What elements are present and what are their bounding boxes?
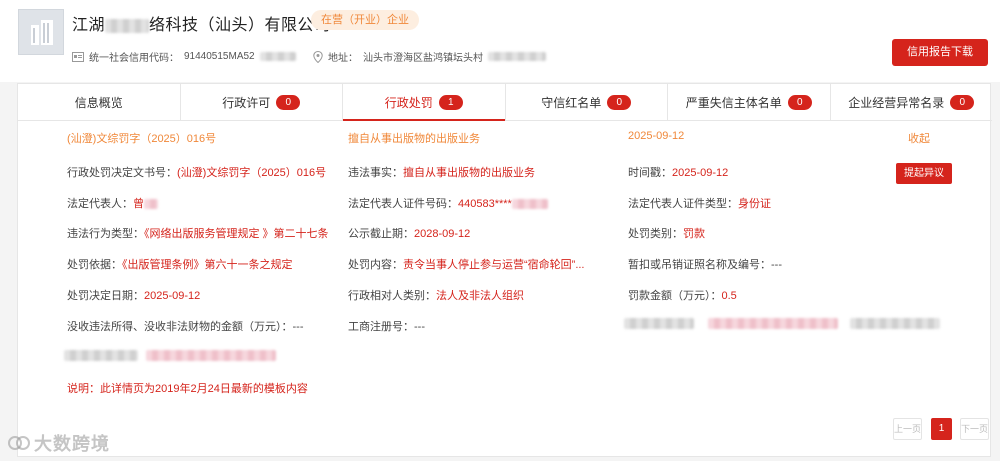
field-fine: 罚款金额（万元）：0.5 [628,290,737,302]
tab-bar: 信息概览 行政许可 0 行政处罚 1 守信红名单 0 严重失信主体名单 0 企业经营异常… [18,84,992,121]
redacted-text [146,350,276,361]
collapse-link[interactable]: 收起 [908,130,930,146]
tab-dishonest-list[interactable]: 严重失信主体名单 0 [668,84,831,120]
field-violation-type: 违法行为类型：《网络出版服务管理规定 》第二十七条 [67,228,329,240]
field-decision-date: 处罚决定日期：2025-09-12 [67,290,201,302]
redacted-text [64,350,138,361]
field-legal-rep-id-type: 法定代表人证件类型：身份证 [628,198,771,210]
field-penalty-content: 处罚内容：责令当事人停止参与运营“宿命轮回”... [348,259,585,271]
summary-date: 2025-09-12 [628,130,685,142]
redacted-text [708,318,838,329]
count-badge: 0 [787,94,812,110]
count-badge: 0 [950,94,975,110]
summary-doc-no: (汕澄)文综罚字（2025）016号 [67,133,217,145]
tab-red-list[interactable]: 守信红名单 0 [506,84,668,120]
field-counterpart-type: 行政相对人类别：法人及非法人组织 [348,290,524,302]
address-line: 地址： 汕头市澄海区盐鸿镇坛头村 [313,49,546,64]
field-timestamp: 时间戳：2025-09-12 [628,167,729,179]
id-card-icon [72,51,84,62]
location-pin-icon [313,50,323,63]
field-license: 暂扣或吊销证照名称及编号：--- [628,259,782,271]
field-doc-no: 行政处罚决定文书号：(汕澄)文综罚字（2025）016号 [67,167,327,179]
raise-objection-button[interactable]: 提起异议 [896,163,952,184]
summary-fact: 擅自从事出版物的出版业务 [348,133,480,145]
company-name: 江湖 络科技（汕头）有限公司 [72,17,331,34]
count-badge: 0 [276,94,301,110]
credit-code-line: 统一社会信用代码： 91440515MA52 [72,49,296,64]
watermark: 大数跨境 [8,430,110,456]
redacted-text [850,318,940,329]
status-badge: 在营（开业）企业 [311,10,419,30]
tab-admin-penalty[interactable]: 行政处罚 1 [343,84,506,121]
field-publicity-end: 公示截止期：2028-09-12 [348,228,471,240]
count-badge: 1 [438,94,463,110]
count-badge: 0 [607,94,632,110]
redacted-text [624,318,694,329]
field-reg-no: 工商注册号：--- [348,321,425,333]
field-confiscation: 没收违法所得、没收非法财物的金额（万元）：--- [67,321,304,333]
credit-report-download-button[interactable]: 信用报告下载 [892,39,988,66]
building-icon [31,20,53,45]
template-note: 说明：此详情页为2019年2月24日最新的模板内容 [67,383,308,395]
field-illegal-fact: 违法事实：擅自从事出版物的出版业务 [348,167,535,179]
tab-abnormal-operation[interactable]: 企业经营异常名录 0 [831,84,993,120]
page-1-button[interactable]: 1 [931,418,952,440]
field-legal-rep-id: 法定代表人证件号码：440583**** [348,195,548,211]
next-page-button[interactable]: 下一页 [960,418,989,440]
prev-page-button[interactable]: 上一页 [893,418,922,440]
field-penalty-category: 处罚类别：罚款 [628,228,705,240]
company-header: 江湖 络科技（汕头）有限公司 在营（开业）企业 统一社会信用代码： 91440515… [0,0,1000,82]
field-basis: 处罚依据：《出版管理条例》第六十一条之规定 [67,259,293,271]
field-legal-rep: 法定代表人：曾 [67,195,158,211]
tab-overview[interactable]: 信息概览 [18,84,181,120]
tab-admin-license[interactable]: 行政许可 0 [181,84,343,120]
watermark-logo-icon [8,436,30,450]
company-logo [18,9,64,55]
detail-panel: 信息概览 行政许可 0 行政处罚 1 守信红名单 0 严重失信主体名单 0 企业经营异常… [17,83,992,457]
